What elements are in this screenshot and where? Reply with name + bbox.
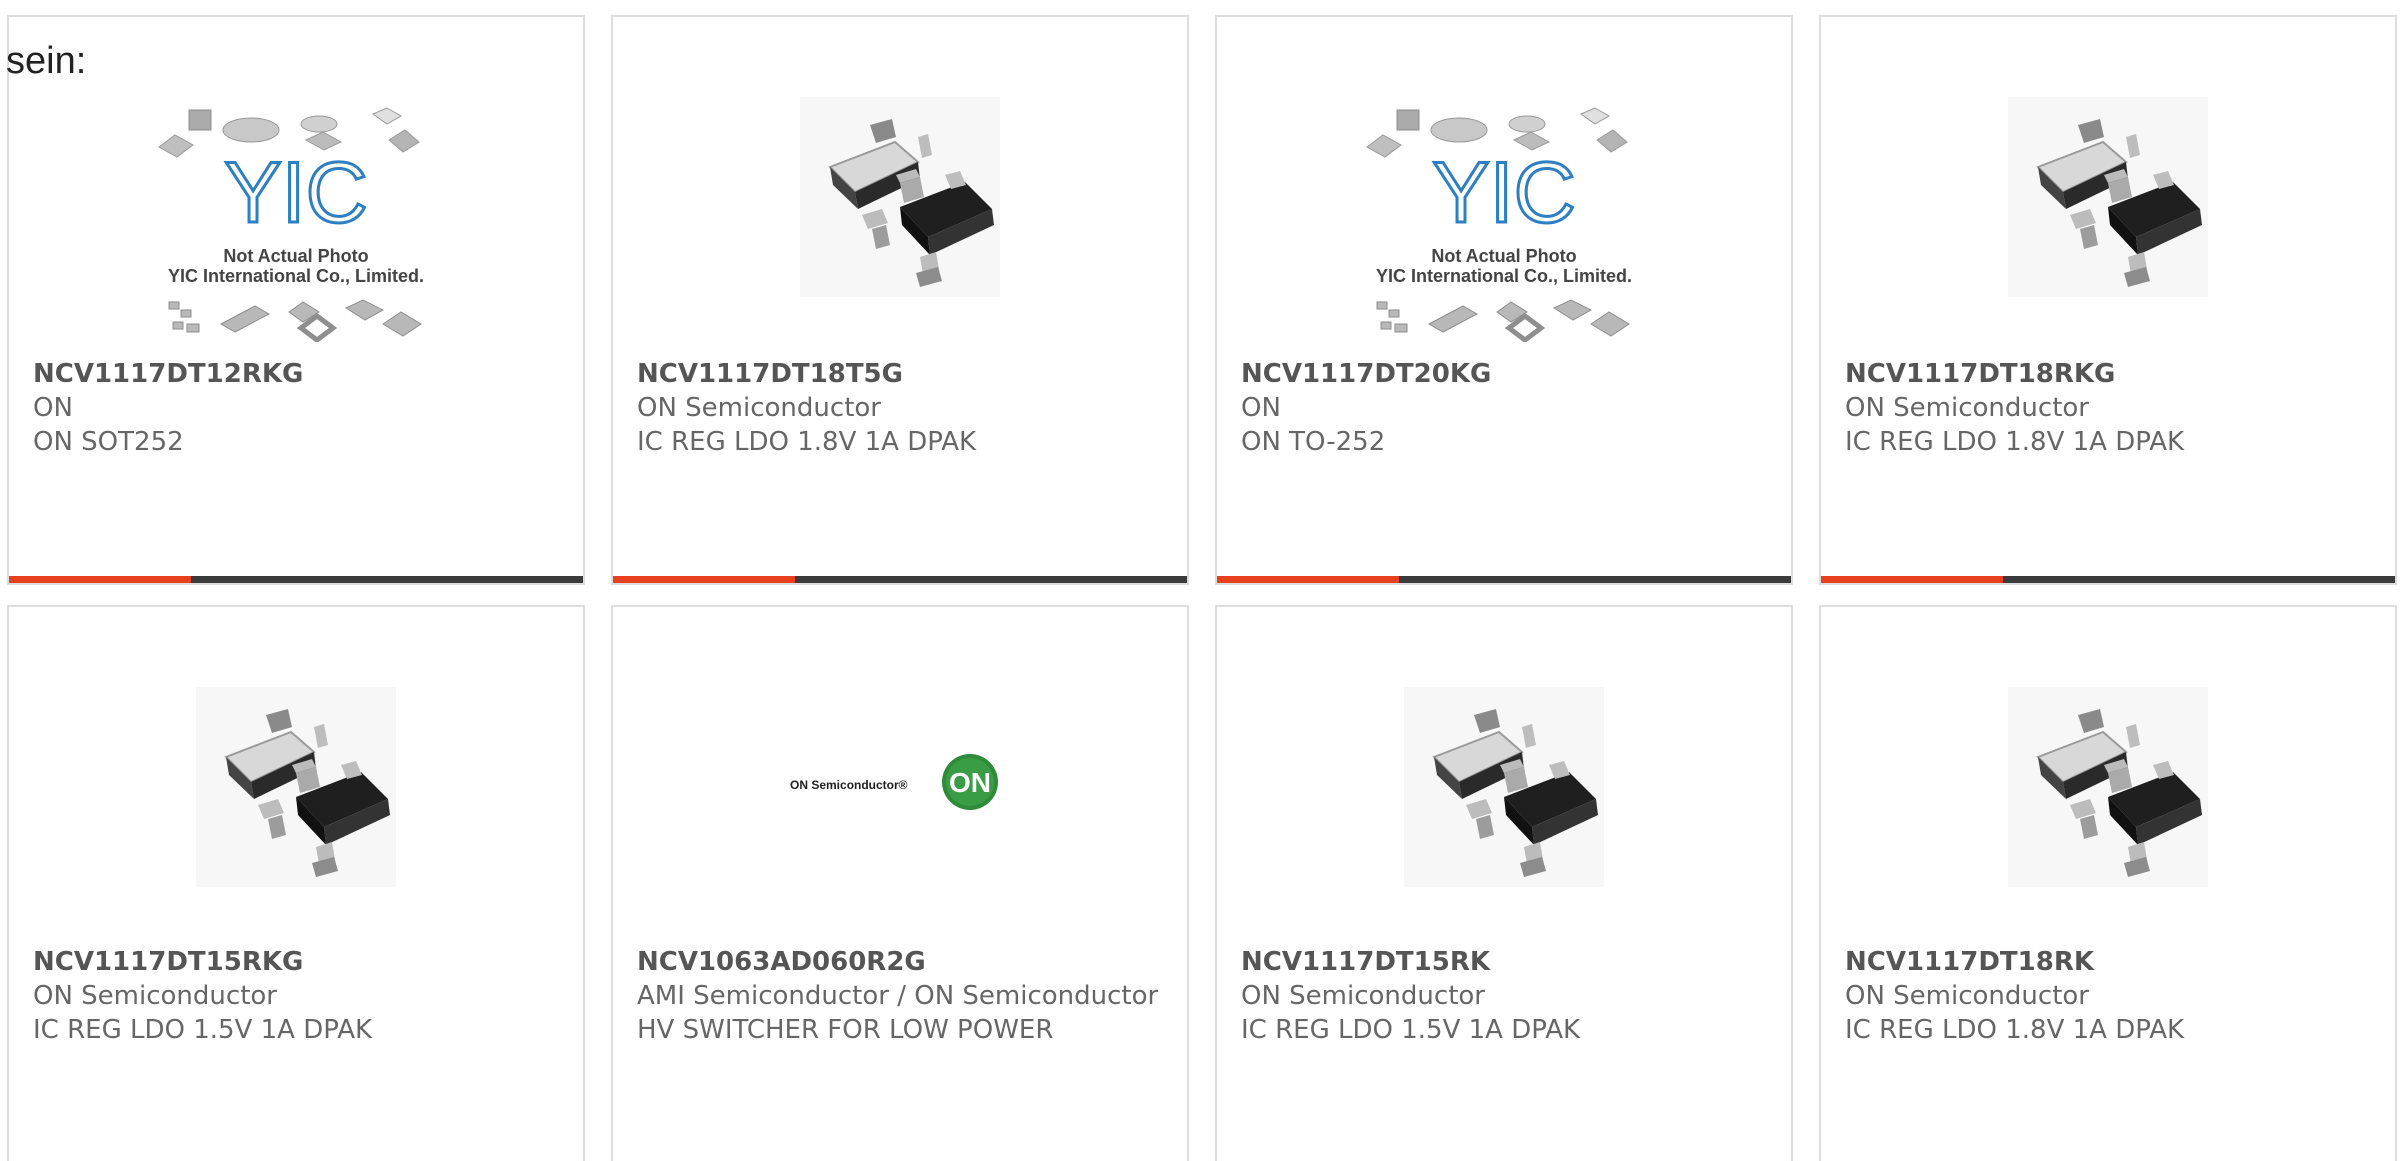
manufacturer: ON — [1241, 393, 1281, 423]
product-card[interactable]: NCV1117DT15RK ON Semiconductor IC REG LD… — [1215, 605, 1793, 1161]
description: IC REG LDO 1.8V 1A DPAK — [1845, 427, 2185, 457]
product-card[interactable]: NCV1117DT18RK ON Semiconductor IC REG LD… — [1819, 605, 2397, 1161]
card-accent-bar — [613, 576, 795, 583]
dpak-package-icon — [196, 687, 396, 887]
dpak-package-icon — [2008, 687, 2208, 887]
card-footer-bar — [1821, 576, 2395, 583]
dpak-package-icon — [1404, 687, 1604, 887]
card-footer-bar — [613, 576, 1187, 583]
manufacturer: ON Semiconductor — [1845, 393, 2089, 423]
product-grid-page: sein: NCV1117DT12RKG ON ON SOT252 NCV111… — [0, 0, 2400, 1161]
manufacturer: ON Semiconductor — [33, 981, 277, 1011]
product-card[interactable]: NCV1117DT18T5G ON Semiconductor IC REG L… — [611, 15, 1189, 585]
manufacturer: ON Semiconductor — [1241, 981, 1485, 1011]
product-card[interactable]: NCV1117DT15RKG ON Semiconductor IC REG L… — [7, 605, 585, 1161]
card-accent-bar — [9, 576, 191, 583]
description: ON SOT252 — [33, 427, 184, 457]
product-card[interactable]: ON Semiconductor® ON NCV1063AD060R2G AMI… — [611, 605, 1189, 1161]
card-accent-bar — [1821, 576, 2003, 583]
product-info: NCV1117DT15RKG ON Semiconductor IC REG L… — [33, 945, 559, 1047]
part-number[interactable]: NCV1117DT12RKG — [33, 357, 559, 391]
card-footer-bar — [1217, 576, 1791, 583]
card-accent-bar — [1217, 576, 1399, 583]
description: IC REG LDO 1.5V 1A DPAK — [33, 1015, 373, 1045]
description: ON TO-252 — [1241, 427, 1386, 457]
manufacturer: ON Semiconductor — [637, 393, 881, 423]
part-number[interactable]: NCV1063AD060R2G — [637, 945, 1163, 979]
product-info: NCV1117DT18RKG ON Semiconductor IC REG L… — [1845, 357, 2371, 459]
part-number[interactable]: NCV1117DT18T5G — [637, 357, 1163, 391]
part-number[interactable]: NCV1117DT20KG — [1241, 357, 1767, 391]
product-card[interactable]: NCV1117DT12RKG ON ON SOT252 — [7, 15, 585, 585]
description: IC REG LDO 1.8V 1A DPAK — [637, 427, 977, 457]
description: HV SWITCHER FOR LOW POWER — [637, 1015, 1054, 1045]
on-semiconductor-logo: ON Semiconductor® ON — [790, 737, 1010, 827]
manufacturer: ON Semiconductor — [1845, 981, 2089, 1011]
product-info: NCV1117DT15RK ON Semiconductor IC REG LD… — [1241, 945, 1767, 1047]
svg-text:ON Semiconductor®: ON Semiconductor® — [790, 778, 908, 792]
product-card[interactable]: NCV1117DT18RKG ON Semiconductor IC REG L… — [1819, 15, 2397, 585]
svg-text:ON: ON — [949, 767, 991, 798]
dpak-package-icon — [2008, 97, 2208, 297]
manufacturer: ON — [33, 393, 73, 423]
part-number[interactable]: NCV1117DT15RKG — [33, 945, 559, 979]
description: IC REG LDO 1.5V 1A DPAK — [1241, 1015, 1581, 1045]
part-number[interactable]: NCV1117DT18RKG — [1845, 357, 2371, 391]
yic-placeholder-icon — [151, 102, 441, 342]
card-footer-bar — [9, 576, 583, 583]
product-info: NCV1117DT18T5G ON Semiconductor IC REG L… — [637, 357, 1163, 459]
product-info: NCV1117DT12RKG ON ON SOT252 — [33, 357, 559, 459]
dpak-package-icon — [800, 97, 1000, 297]
product-info: NCV1117DT20KG ON ON TO-252 — [1241, 357, 1767, 459]
product-info: NCV1117DT18RK ON Semiconductor IC REG LD… — [1845, 945, 2371, 1047]
section-heading: sein: — [6, 40, 87, 82]
product-info: NCV1063AD060R2G AMI Semiconductor / ON S… — [637, 945, 1163, 1047]
part-number[interactable]: NCV1117DT15RK — [1241, 945, 1767, 979]
yic-placeholder-icon — [1359, 102, 1649, 342]
product-card[interactable]: NCV1117DT20KG ON ON TO-252 — [1215, 15, 1793, 585]
description: IC REG LDO 1.8V 1A DPAK — [1845, 1015, 2185, 1045]
manufacturer: AMI Semiconductor / ON Semiconductor — [637, 981, 1159, 1011]
part-number[interactable]: NCV1117DT18RK — [1845, 945, 2371, 979]
